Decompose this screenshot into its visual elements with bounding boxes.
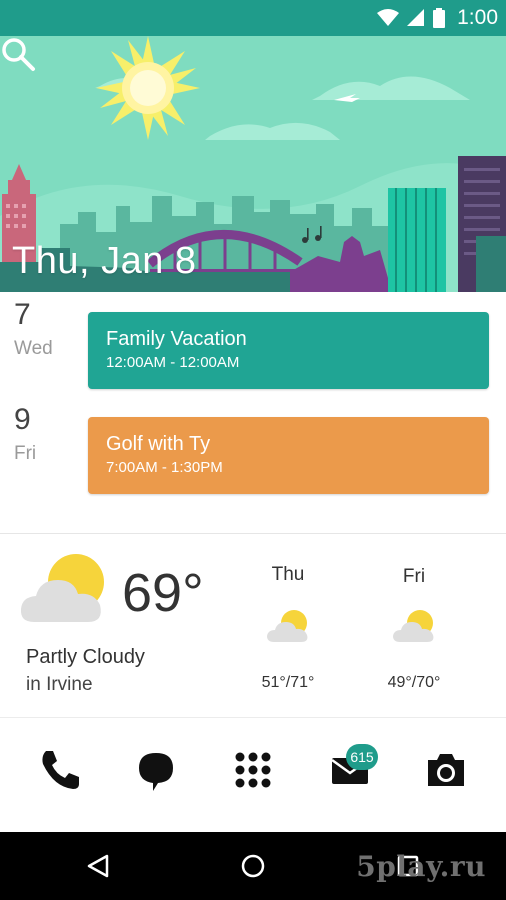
- watermark: 5play.ru: [356, 850, 486, 883]
- partly-cloudy-icon: [393, 610, 434, 642]
- day-name: Fri: [14, 443, 37, 464]
- camera-icon[interactable]: [418, 742, 474, 798]
- event-time: 7:00AM - 1:30PM: [106, 459, 223, 476]
- weather-location: in Irvine: [26, 674, 93, 695]
- event-card-family-vacation[interactable]: Family Vacation 12:00AM - 12:00AM: [88, 312, 489, 389]
- partly-cloudy-icon: [20, 554, 104, 622]
- agenda-day: 7 Wed Family Vacation 12:00AM - 12:00AM: [0, 292, 506, 389]
- header-illustration: Thu, Jan 8: [0, 36, 506, 292]
- app-drawer-icon[interactable]: [225, 742, 281, 798]
- unread-count-badge: 615: [346, 744, 378, 770]
- weather-condition: Partly Cloudy: [26, 646, 145, 668]
- search-icon[interactable]: [0, 36, 36, 72]
- agenda-widget: 7 Wed Family Vacation 12:00AM - 12:00AM …: [0, 292, 506, 534]
- messages-icon[interactable]: [128, 742, 184, 798]
- status-bar: 1:00: [0, 0, 506, 36]
- clock: 1:00: [457, 6, 498, 29]
- day-name: Wed: [14, 338, 53, 359]
- phone-icon[interactable]: [32, 742, 88, 798]
- battery-icon: [433, 8, 446, 28]
- day-number: 9: [14, 403, 31, 436]
- forecast-day: Fri: [402, 566, 426, 587]
- app-dock: 615: [0, 718, 506, 832]
- partly-cloudy-icon: [267, 610, 308, 642]
- current-temperature: 69°: [122, 563, 204, 623]
- status-icons: 1:00: [377, 0, 498, 36]
- event-title: Golf with Ty: [106, 433, 211, 455]
- event-card-golf-with-ty[interactable]: Golf with Ty 7:00AM - 1:30PM: [88, 417, 489, 494]
- wifi-icon: [377, 9, 400, 26]
- forecast-day: Thu: [271, 564, 305, 585]
- event-time: 12:00AM - 12:00AM: [106, 354, 240, 371]
- day-number: 7: [14, 298, 31, 331]
- launcher-screen: 1:00 Thu, Jan 8 7 Wed Family Vacation 12…: [0, 0, 506, 900]
- agenda-day: 9 Fri Golf with Ty 7:00AM - 1:30PM: [0, 397, 506, 494]
- back-icon[interactable]: [79, 846, 119, 886]
- navigation-bar: 5play.ru: [0, 832, 506, 900]
- forecast-range: 51°/71°: [261, 674, 315, 691]
- event-title: Family Vacation: [106, 328, 247, 350]
- home-icon[interactable]: [233, 846, 273, 886]
- signal-icon: [407, 9, 425, 26]
- forecast-range: 49°/70°: [387, 674, 441, 691]
- email-button[interactable]: 615: [322, 742, 378, 798]
- date-title: Thu, Jan 8: [12, 240, 197, 282]
- weather-widget[interactable]: 69° Partly Cloudy in Irvine Thu 51°/71° …: [0, 534, 506, 718]
